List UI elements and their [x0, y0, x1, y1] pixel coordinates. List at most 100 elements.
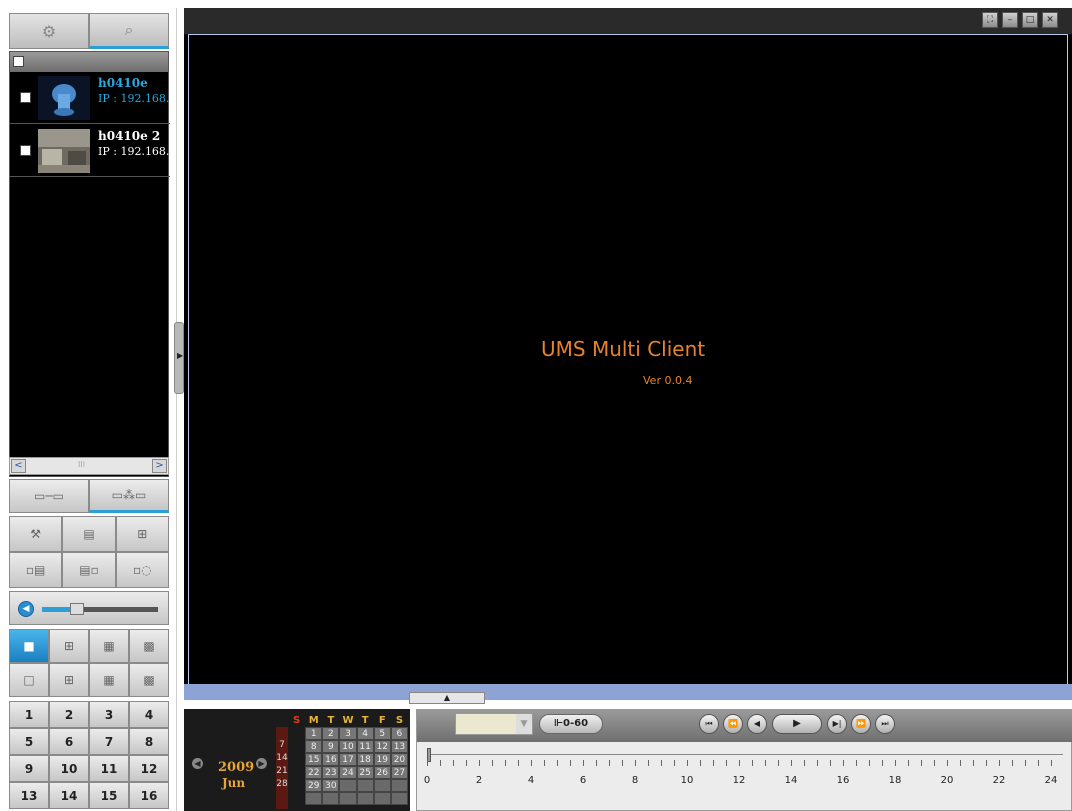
- select-all-checkbox[interactable]: [13, 56, 24, 67]
- timeline-tick: [648, 760, 649, 766]
- volume-slider[interactable]: [42, 603, 158, 615]
- layout-16-button[interactable]: ▩: [129, 629, 169, 663]
- calendar-day[interactable]: 17: [339, 753, 357, 766]
- calendar-day[interactable]: 11: [356, 740, 374, 753]
- scroll-right-button[interactable]: >: [152, 459, 167, 473]
- first-frame-button[interactable]: ⏮: [699, 714, 719, 734]
- step-forward-button[interactable]: ▶|: [827, 714, 847, 734]
- maximize-button[interactable]: □: [1022, 12, 1038, 28]
- calendar-day[interactable]: 9: [322, 740, 340, 753]
- add-device-button[interactable]: ▤: [62, 516, 116, 552]
- channel-button[interactable]: 4: [129, 701, 169, 728]
- calendar-day[interactable]: 27: [390, 766, 408, 779]
- fullscreen-button[interactable]: ⛶: [982, 12, 998, 28]
- settings-tool-button[interactable]: ⚒: [9, 516, 63, 552]
- device-checkbox[interactable]: [20, 92, 31, 103]
- calendar-day[interactable]: 20: [390, 753, 408, 766]
- device-item[interactable]: h0410e 2 IP : 192.168.1: [10, 125, 170, 177]
- add-device-icon: ▤: [83, 527, 95, 541]
- calendar-day[interactable]: 1: [305, 727, 323, 740]
- last-frame-button[interactable]: ⏭: [875, 714, 895, 734]
- next-month-button[interactable]: ▶: [256, 758, 267, 769]
- calendar-day[interactable]: 8: [305, 740, 323, 753]
- layout-9-button[interactable]: ▦: [89, 629, 129, 663]
- channel-button[interactable]: 8: [129, 728, 169, 755]
- channel-button[interactable]: 13: [9, 782, 49, 809]
- calendar-day[interactable]: 6: [390, 727, 408, 740]
- calendar-day[interactable]: 25: [356, 766, 374, 779]
- calendar-day[interactable]: 22: [305, 766, 323, 779]
- calendar-day[interactable]: 29: [305, 779, 323, 792]
- calendar-day[interactable]: 15: [305, 753, 323, 766]
- calendar-day[interactable]: 26: [373, 766, 391, 779]
- calendar-day[interactable]: 3: [339, 727, 357, 740]
- range-button[interactable]: ⊩0-60: [539, 714, 603, 734]
- video-area[interactable]: UMS Multi Client Ver 0.0.4: [188, 34, 1068, 686]
- calendar-day[interactable]: 4: [356, 727, 374, 740]
- import-button[interactable]: ▫▤: [9, 552, 63, 588]
- layout-9-alt-button[interactable]: ▦: [89, 663, 129, 697]
- speed-select[interactable]: ▼: [455, 713, 533, 735]
- layout-16-alt-button[interactable]: ▩: [129, 663, 169, 697]
- layout-4-alt-button[interactable]: ⊞: [49, 663, 89, 697]
- scroll-thumb[interactable]: III: [78, 460, 85, 469]
- calendar-day[interactable]: 19: [373, 753, 391, 766]
- volume-knob[interactable]: [69, 603, 84, 615]
- calendar-day: [373, 779, 391, 792]
- calendar-day[interactable]: 2: [322, 727, 340, 740]
- calendar-day[interactable]: 16: [322, 753, 340, 766]
- calendar-day[interactable]: 12: [373, 740, 391, 753]
- single-connection-button[interactable]: ▭─▭: [9, 479, 89, 513]
- timeline-hour-label: 22: [992, 775, 1006, 786]
- play-button[interactable]: ▶: [772, 714, 822, 734]
- export-button[interactable]: ▤▫: [62, 552, 116, 588]
- channel-button[interactable]: 9: [9, 755, 49, 782]
- record-link-button[interactable]: ▫◌: [115, 552, 169, 588]
- multi-connection-button[interactable]: ▭⁂▭: [89, 479, 169, 513]
- timeline-tick: [1025, 760, 1026, 766]
- tab-settings[interactable]: ⚙: [9, 13, 89, 49]
- calendar-day[interactable]: 5: [373, 727, 391, 740]
- timeline-hour-label: 10: [680, 775, 694, 786]
- step-back-button[interactable]: ◀: [747, 714, 767, 734]
- calendar-day[interactable]: 13: [390, 740, 408, 753]
- device-checkbox[interactable]: [20, 145, 31, 156]
- channel-button[interactable]: 2: [49, 701, 89, 728]
- calendar-day[interactable]: 23: [322, 766, 340, 779]
- prev-month-button[interactable]: ◀: [192, 758, 203, 769]
- speaker-icon[interactable]: ◀: [18, 601, 34, 617]
- calendar-day[interactable]: 18: [356, 753, 374, 766]
- timeline-tick: [427, 760, 428, 766]
- calendar-day[interactable]: 24: [339, 766, 357, 779]
- channel-button[interactable]: 6: [49, 728, 89, 755]
- channel-button[interactable]: 5: [9, 728, 49, 755]
- collapse-panel-handle[interactable]: ▶: [174, 322, 184, 394]
- expand-timeline-button[interactable]: ▲: [409, 692, 485, 704]
- timeline-ruler[interactable]: 0 2 4 6 8 10 12 14 16 18 20 22 24: [424, 748, 1067, 800]
- layout-4-button[interactable]: ⊞: [49, 629, 89, 663]
- timeline-hour-label: 16: [836, 775, 850, 786]
- layout-1-button[interactable]: ■: [9, 629, 49, 663]
- device-item[interactable]: h0410e IP : 192.168.1: [10, 72, 170, 124]
- network-button[interactable]: ⊞: [115, 516, 169, 552]
- scroll-left-button[interactable]: <: [11, 459, 26, 473]
- channel-button[interactable]: 3: [89, 701, 129, 728]
- device-list-scrollbar[interactable]: < III >: [9, 457, 169, 475]
- fast-forward-button[interactable]: ⏩: [851, 714, 871, 734]
- calendar-day: [339, 792, 357, 805]
- tab-search[interactable]: ⌕: [89, 13, 169, 49]
- channel-button[interactable]: 16: [129, 782, 169, 809]
- close-button[interactable]: ✕: [1042, 12, 1058, 28]
- channel-button[interactable]: 15: [89, 782, 129, 809]
- rewind-button[interactable]: ⏪: [723, 714, 743, 734]
- minimize-button[interactable]: –: [1002, 12, 1018, 28]
- channel-button[interactable]: 14: [49, 782, 89, 809]
- channel-button[interactable]: 7: [89, 728, 129, 755]
- channel-button[interactable]: 12: [129, 755, 169, 782]
- channel-button[interactable]: 10: [49, 755, 89, 782]
- calendar-day[interactable]: 10: [339, 740, 357, 753]
- layout-1-alt-button[interactable]: □: [9, 663, 49, 697]
- calendar-day[interactable]: 30: [322, 779, 340, 792]
- channel-button[interactable]: 11: [89, 755, 129, 782]
- channel-button[interactable]: 1: [9, 701, 49, 728]
